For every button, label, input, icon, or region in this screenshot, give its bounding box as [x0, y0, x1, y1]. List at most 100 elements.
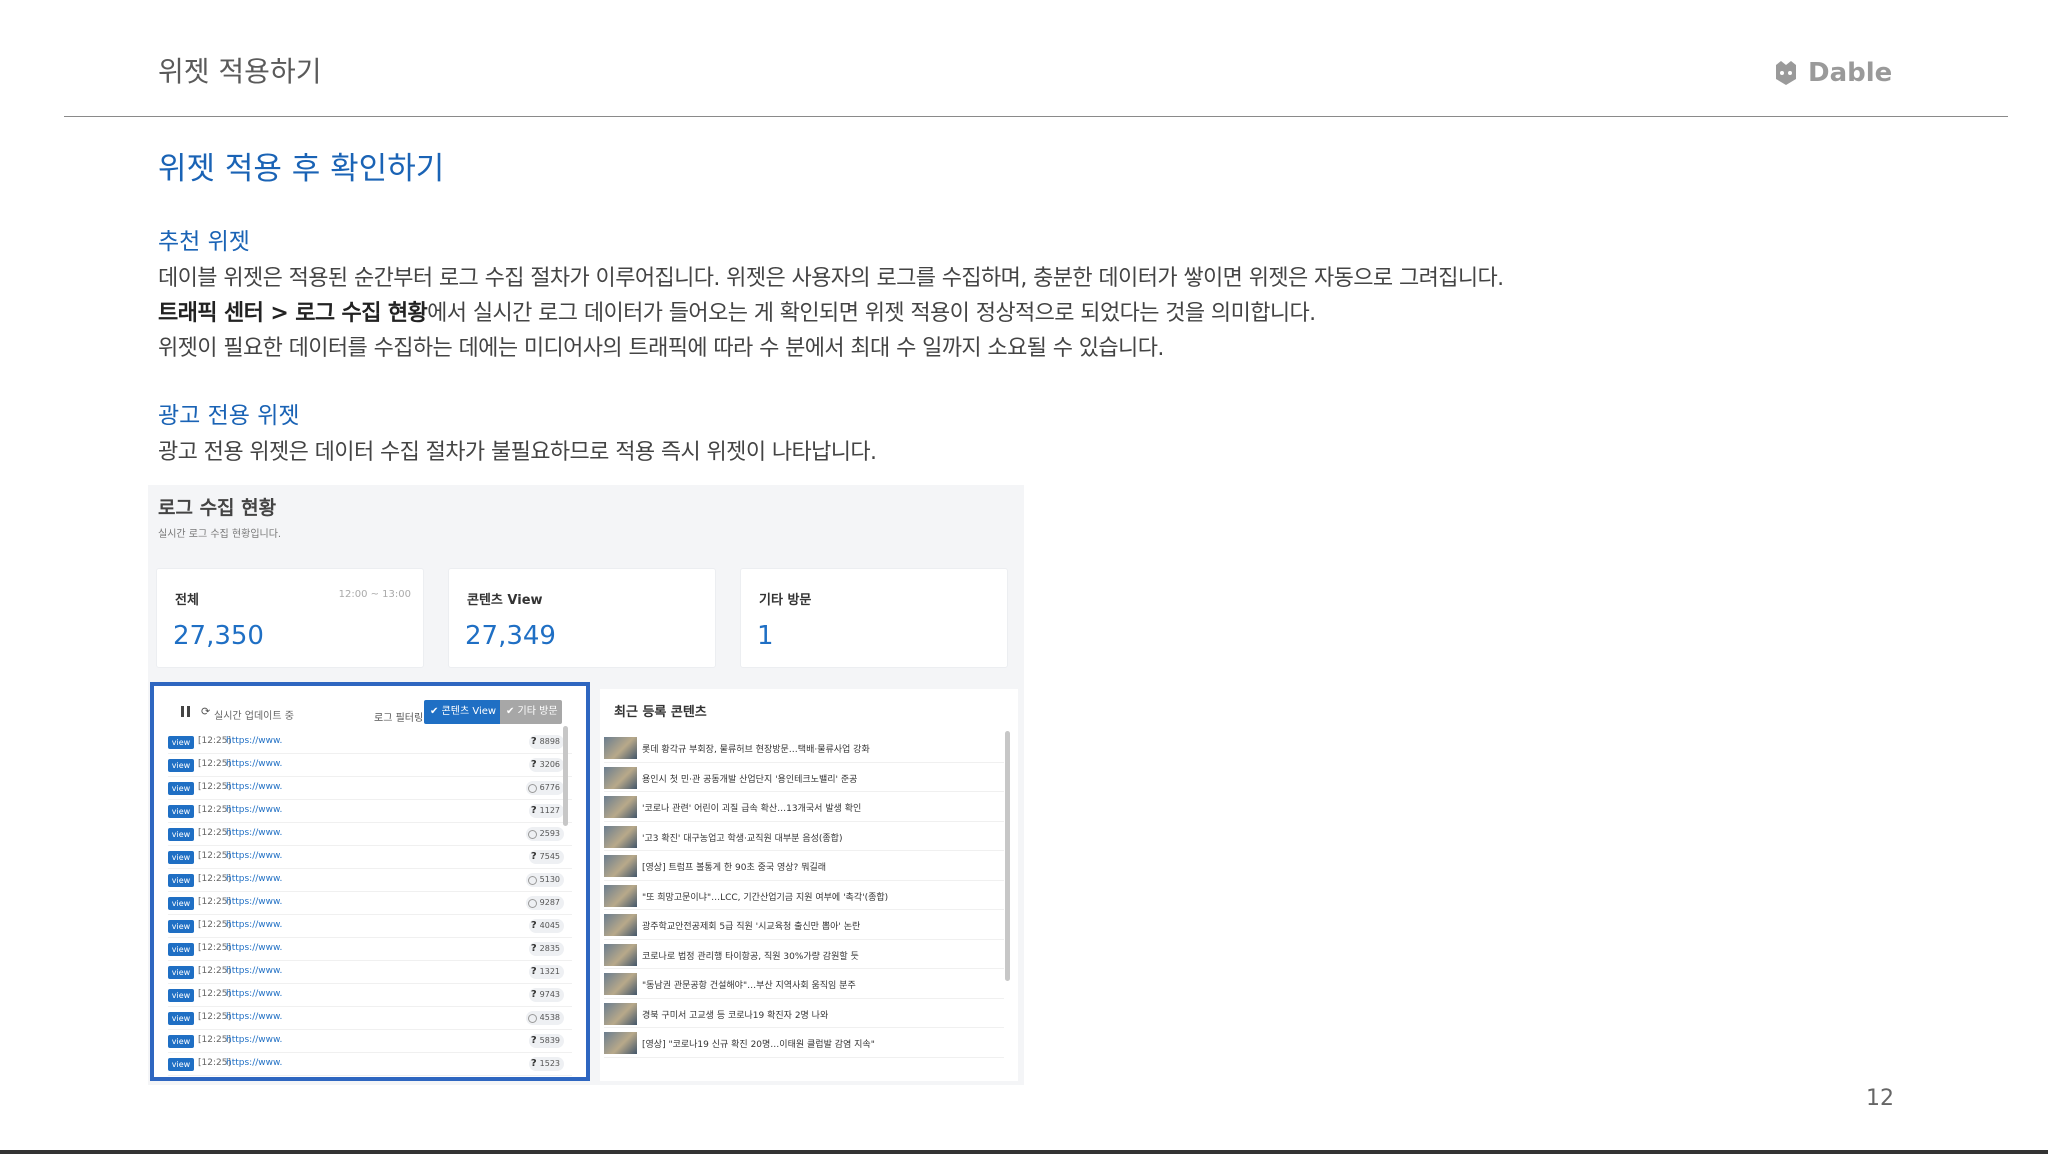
log-count-badge: ? 1127	[528, 804, 564, 818]
log-url-link[interactable]: https://www.	[226, 989, 282, 999]
view-badge: view	[168, 828, 194, 841]
news-thumbnail	[604, 825, 637, 848]
news-item[interactable]: 용인시 첫 민·관 공동개발 산업단지 '용인테크노밸리' 준공	[604, 763, 1004, 792]
stat-card-other-visit: 기타 방문 1	[740, 568, 1008, 668]
log-url-link[interactable]: https://www.	[226, 851, 282, 861]
log-count-badge: ? 9743	[528, 988, 564, 1002]
log-count-badge: ? 1523	[528, 1057, 564, 1071]
question-icon: ?	[530, 805, 537, 816]
log-count-badge: ? 2835	[528, 942, 564, 956]
news-item[interactable]: 롯데 황각규 부회장, 물류허브 현장방문…택배·물류사업 강화	[604, 733, 1004, 763]
log-count: 1321	[539, 967, 560, 976]
log-scrollbar[interactable]	[563, 726, 568, 826]
view-badge: view	[168, 874, 194, 887]
stat-value: 27,349	[465, 621, 556, 651]
recommend-widget-heading: 추천 위젯	[158, 229, 250, 255]
log-list: view [12:25] https://www.? 8898 view [12:25] h…	[168, 731, 572, 1076]
log-count: 2593	[539, 829, 560, 838]
ad-line-1: 광고 전용 위젯은 데이터 수집 절차가 불필요하므로 적용 즉시 위젯이 나타…	[158, 440, 877, 465]
log-url-link[interactable]: https://www.	[226, 782, 282, 792]
news-item[interactable]: 코로나로 법정 관리행 타이항공, 직원 30%가량 감원할 듯	[604, 940, 1004, 969]
news-thumbnail	[604, 943, 637, 966]
view-badge: view	[168, 920, 194, 933]
log-row: view [12:25] https://www.? 1523	[168, 1053, 572, 1076]
stat-label: 콘텐츠 View	[467, 593, 543, 608]
news-item[interactable]: 광주학교안전공제회 5급 직원 '시교육청 출신만 뽑아' 논란	[604, 910, 1004, 940]
view-badge: view	[168, 805, 194, 818]
log-url-link[interactable]: https://www.	[226, 1012, 282, 1022]
news-title: 용인시 첫 민·관 공동개발 산업단지 '용인테크노밸리' 준공	[642, 774, 858, 785]
log-count-badge: ? 3206	[528, 758, 564, 772]
log-url-link[interactable]: https://www.	[226, 805, 282, 815]
log-url-link[interactable]: https://www.	[226, 874, 282, 884]
news-item[interactable]: [영상] 트럼프 볼통게 한 90초 중국 영상? 뭐길래	[604, 851, 1004, 881]
log-url-link[interactable]: https://www.	[226, 736, 282, 746]
traffic-center-path: 트래픽 센터 > 로그 수집 현황	[158, 301, 428, 326]
log-row: view [12:25] https://www. 9287	[168, 892, 572, 915]
circle-icon	[527, 898, 537, 908]
news-item[interactable]: '코로나 관련' 어린이 괴질 급속 확산…13개국서 발생 확인	[604, 792, 1004, 822]
log-url-link[interactable]: https://www.	[226, 1058, 282, 1068]
log-count-badge: 5130	[525, 873, 564, 887]
news-item[interactable]: 경북 구미서 고교생 등 코로나19 확진자 2명 나와	[604, 999, 1004, 1028]
recommend-line-2-rest: 에서 실시간 로그 데이터가 들어오는 게 확인되면 위젯 적용이 정상적으로 …	[427, 301, 1316, 326]
view-badge: view	[168, 851, 194, 864]
log-count-badge: ? 1321	[528, 965, 564, 979]
log-count: 5839	[539, 1036, 560, 1045]
news-thumbnail	[604, 766, 637, 789]
log-row: view [12:25] https://www.? 2835	[168, 938, 572, 961]
view-badge: view	[168, 966, 194, 979]
log-url-link[interactable]: https://www.	[226, 1035, 282, 1045]
pause-icon[interactable]	[181, 706, 190, 717]
log-url-link[interactable]: https://www.	[226, 966, 282, 976]
stat-label: 전체	[175, 593, 199, 608]
circle-icon	[527, 829, 537, 839]
news-item[interactable]: '고3 확진' 대구농업고 학생·교직원 대부분 음성(종합)	[604, 822, 1004, 851]
log-url-link[interactable]: https://www.	[226, 943, 282, 953]
refresh-icon: ⟳	[201, 705, 211, 718]
news-title: [영상] "코로나19 신규 확진 20명…이태원 클럽발 감염 지속"	[642, 1040, 875, 1050]
log-toolbar: ⟳ 실시간 업데이트 중 로그 필터링: ✔ 콘텐츠 View ✔ 기타 방문	[154, 686, 586, 726]
news-thumbnail	[604, 1032, 637, 1054]
news-thumbnail	[604, 884, 637, 907]
stat-label: 기타 방문	[759, 593, 812, 608]
recommend-line-2: 트래픽 센터 > 로그 수집 현황에서 실시간 로그 데이터가 들어오는 게 확…	[158, 295, 1316, 327]
log-count: 4045	[539, 921, 560, 930]
log-count-badge: ? 7545	[528, 850, 564, 864]
log-count: 2835	[539, 944, 560, 953]
news-title: 코로나로 법정 관리행 타이항공, 직원 30%가량 감원할 듯	[642, 951, 859, 962]
bottom-border	[0, 1150, 2048, 1154]
stat-value: 27,350	[173, 621, 264, 651]
news-thumbnail	[604, 855, 637, 877]
recent-content-panel: 최근 등록 콘텐츠 롯데 황각규 부회장, 물류허브 현장방문…택배·물류사업 …	[600, 689, 1018, 1081]
news-item[interactable]: "동남권 관문공항 건설해야"…부산 지역사회 움직임 분주	[604, 969, 1004, 999]
stat-time-range: 12:00 ~ 13:00	[338, 589, 411, 600]
log-url-link[interactable]: https://www.	[226, 759, 282, 769]
circle-icon	[527, 783, 537, 793]
log-count-badge: 9287	[525, 896, 564, 910]
log-count-badge: ? 4045	[528, 919, 564, 933]
recent-content-scrollbar[interactable]	[1005, 731, 1010, 981]
log-url-link[interactable]: https://www.	[226, 828, 282, 838]
filter-other-visit-button[interactable]: ✔ 기타 방문	[500, 700, 562, 724]
filter-content-view-button[interactable]: ✔ 콘텐츠 View	[424, 700, 500, 724]
news-thumbnail	[604, 737, 637, 759]
news-title: 롯데 황각규 부회장, 물류허브 현장방문…택배·물류사업 강화	[642, 745, 870, 755]
recommend-line-3: 위젯이 필요한 데이터를 수집하는 데에는 미디어사의 트래픽에 따라 수 분에…	[158, 336, 1164, 361]
header-divider	[64, 116, 2008, 117]
log-url-link[interactable]: https://www.	[226, 920, 282, 930]
log-row: view [12:25] https://www.? 8898	[168, 731, 572, 754]
view-badge: view	[168, 1012, 194, 1025]
news-thumbnail	[604, 796, 637, 818]
log-url-link[interactable]: https://www.	[226, 897, 282, 907]
view-badge: view	[168, 1058, 194, 1071]
log-count: 9287	[539, 898, 560, 907]
question-icon: ?	[530, 989, 537, 1000]
view-badge: view	[168, 782, 194, 795]
news-title: '고3 확진' 대구농업고 학생·교직원 대부분 음성(종합)	[642, 833, 843, 844]
news-title: 광주학교안전공제회 5급 직원 '시교육청 출신만 뽑아' 논란	[642, 922, 861, 932]
dable-logo: Dable	[1772, 58, 1892, 88]
log-row: view [12:25] https://www.? 7545	[168, 846, 572, 869]
news-item[interactable]: "또 희망고문이냐"…LCC, 기간산업기금 지원 여부에 '촉각'(종합)	[604, 881, 1004, 910]
news-item[interactable]: [영상] "코로나19 신규 확진 20명…이태원 클럽발 감염 지속"	[604, 1028, 1004, 1058]
